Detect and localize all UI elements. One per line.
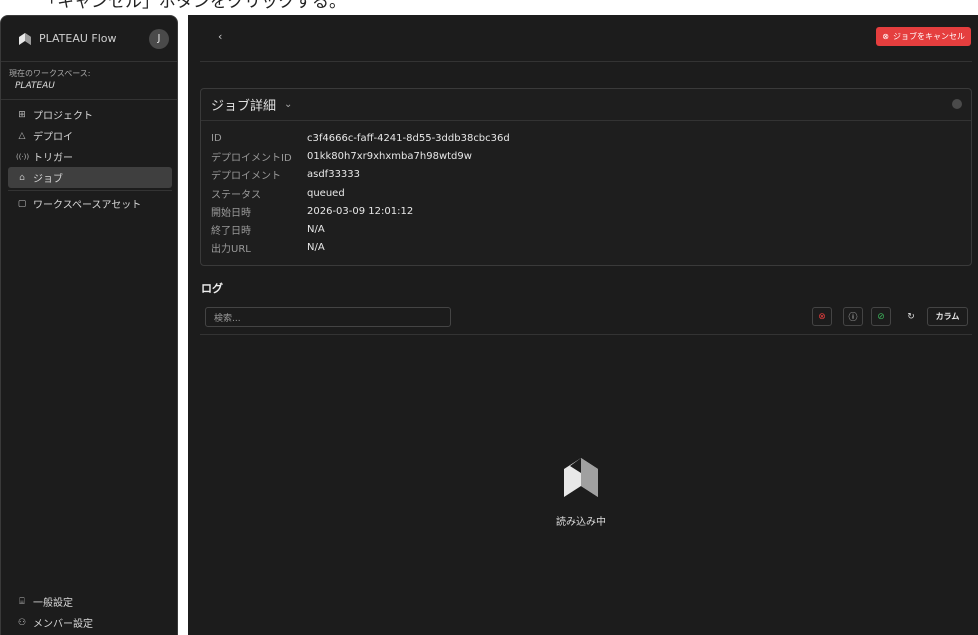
workspace-label: 現在のワークスペース: xyxy=(9,69,91,78)
sidebar-item-workspace-assets[interactable]: ▢ ワークスペースアセット xyxy=(8,193,172,214)
cancel-job-label: ジョブをキャンセル xyxy=(893,32,965,41)
filter-info-button[interactable]: ⓘ xyxy=(843,307,863,326)
sidebar-item-jobs[interactable]: ⌂ ジョブ xyxy=(8,167,172,188)
detail-key: デプロイメントID xyxy=(211,152,292,164)
detail-key: ID xyxy=(211,132,222,144)
detail-row-status: ステータス queued xyxy=(211,184,971,202)
filter-error-button[interactable]: ⊗ xyxy=(812,307,832,326)
sidebar-item-label: プロジェクト xyxy=(33,111,93,122)
detail-row-deployment-id: デプロイメントID 01kk80h7xr9xhxmba7h98wtd9w xyxy=(211,147,971,165)
job-details-header[interactable]: ジョブ詳細 ⌄ xyxy=(201,89,971,121)
detail-value: asdf33333 xyxy=(307,169,361,181)
loading-indicator: 読み込み中 xyxy=(539,455,623,528)
filter-success-button[interactable]: ⊘ xyxy=(871,307,891,326)
main-panel: ‹ ⊗ ジョブをキャンセル ジョブ詳細 ⌄ ID c3f4666c-faff-4… xyxy=(188,15,978,635)
detail-row-ended: 終了日時 N/A xyxy=(211,220,971,238)
job-details-card: ジョブ詳細 ⌄ ID c3f4666c-faff-4241-8d55-3ddb3… xyxy=(200,88,972,266)
divider xyxy=(8,190,172,191)
chevron-down-icon: ⌄ xyxy=(284,99,293,110)
detail-row-id: ID c3f4666c-faff-4241-8d55-3ddb38cbc36d xyxy=(211,129,971,147)
sidebar-item-label: トリガー xyxy=(33,153,73,164)
job-icon: ⌂ xyxy=(19,172,25,183)
error-circle-icon: ⊗ xyxy=(818,311,826,322)
detail-key: 終了日時 xyxy=(211,226,251,238)
detail-key: 開始日時 xyxy=(211,207,251,219)
sidebar-item-deploy[interactable]: △ デプロイ xyxy=(8,125,172,146)
back-button[interactable]: ‹ xyxy=(218,30,222,43)
success-check-icon: ⊘ xyxy=(877,311,885,322)
top-bar: ‹ ⊗ ジョブをキャンセル xyxy=(200,15,972,62)
sidebar-item-label: メンバー設定 xyxy=(33,619,93,630)
trigger-broadcast-icon: ((·)) xyxy=(16,152,30,161)
detail-row-started: 開始日時 2026-03-09 12:01:12 xyxy=(211,202,971,220)
instruction-caption: 「キャンセル」ボタンをクリックする。 xyxy=(0,0,978,11)
detail-value: 01kk80h7xr9xhxmba7h98wtd9w xyxy=(307,150,472,162)
sidebar-bottom: ⌸ 一般設定 ⚇ メンバー設定 xyxy=(1,591,177,635)
loading-text: 読み込み中 xyxy=(556,517,606,528)
sidebar-item-label: ワークスペースアセット xyxy=(33,200,142,211)
sidebar-item-triggers[interactable]: ((·)) トリガー xyxy=(8,146,172,167)
detail-value: queued xyxy=(307,187,345,199)
workspace-selector[interactable]: 現在のワークスペース: PLATEAU xyxy=(1,62,177,100)
cancel-circle-icon: ⊗ xyxy=(882,32,889,41)
sidebar-item-general-settings[interactable]: ⌸ 一般設定 xyxy=(8,591,172,612)
workspace-name: PLATEAU xyxy=(15,81,55,91)
projects-grid-icon: ⊞ xyxy=(18,109,26,120)
sidebar-item-projects[interactable]: ⊞ プロジェクト xyxy=(8,104,172,125)
sidebar-nav: ⊞ プロジェクト △ デプロイ ((·)) トリガー ⌂ ジョブ ▢ ワークスペ… xyxy=(1,100,177,218)
detail-value: 2026-03-09 12:01:12 xyxy=(307,205,414,217)
logs-title: ログ xyxy=(201,282,223,295)
sidebar-item-label: デプロイ xyxy=(33,132,73,143)
refresh-button[interactable]: ↻ xyxy=(901,307,921,326)
sidebar-header: PLATEAU Flow J xyxy=(1,16,177,62)
sidebar-item-member-settings[interactable]: ⚇ メンバー設定 xyxy=(8,612,172,633)
app-title: PLATEAU Flow xyxy=(39,32,117,45)
detail-row-deployment: デプロイメント asdf33333 xyxy=(211,166,971,184)
detail-value: N/A xyxy=(307,242,325,254)
job-details-title: ジョブ詳細 xyxy=(211,99,277,114)
sidebar-item-label: ジョブ xyxy=(33,174,63,185)
plateau-logo-icon xyxy=(19,32,31,45)
sidebar-item-label: 一般設定 xyxy=(33,598,73,609)
detail-key: ステータス xyxy=(211,189,261,201)
refresh-icon: ↻ xyxy=(907,311,915,322)
detail-value: N/A xyxy=(307,224,325,236)
detail-key: 出力URL xyxy=(211,244,251,256)
status-indicator-dot xyxy=(952,99,962,109)
sidebar: PLATEAU Flow J 現在のワークスペース: PLATEAU ⊞ プロジ… xyxy=(0,15,178,635)
info-icon: ⓘ xyxy=(848,313,858,323)
file-icon: ▢ xyxy=(17,198,27,209)
member-settings-icon: ⚇ xyxy=(17,617,27,628)
detail-key: デプロイメント xyxy=(211,171,281,183)
deploy-triangle-icon: △ xyxy=(18,130,26,141)
detail-row-output-url: 出力URL N/A xyxy=(211,239,971,257)
detail-value: c3f4666c-faff-4241-8d55-3ddb38cbc36d xyxy=(307,132,510,144)
cancel-job-button[interactable]: ⊗ ジョブをキャンセル xyxy=(876,27,971,46)
general-settings-icon: ⌸ xyxy=(19,596,25,607)
job-details-list: ID c3f4666c-faff-4241-8d55-3ddb38cbc36d … xyxy=(201,121,971,257)
divider xyxy=(200,334,972,335)
user-avatar[interactable]: J xyxy=(149,28,169,49)
columns-button[interactable]: カラム xyxy=(927,307,968,326)
plateau-loading-icon xyxy=(564,458,598,497)
log-search-input[interactable]: 検索... xyxy=(205,307,451,327)
